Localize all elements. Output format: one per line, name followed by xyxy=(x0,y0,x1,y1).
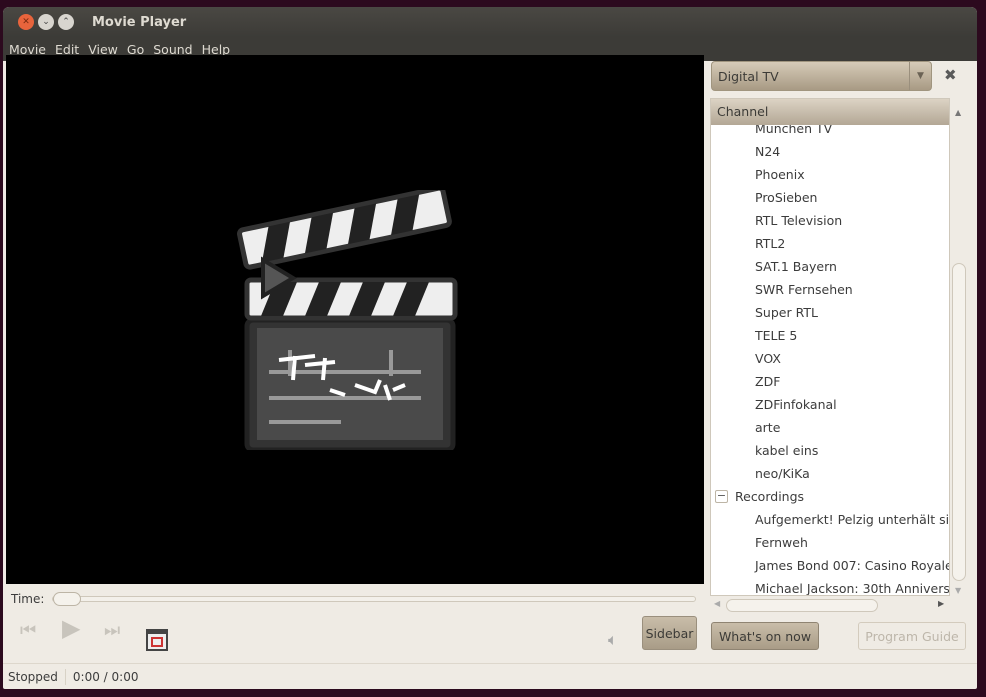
row-label: SAT.1 Bayern xyxy=(755,259,837,274)
row-label: RTL Television xyxy=(755,213,843,228)
row-label: Phoenix xyxy=(755,167,805,182)
seek-slider[interactable] xyxy=(52,592,696,606)
recording-item[interactable]: James Bond 007: Casino Royale xyxy=(711,554,949,577)
channel-item[interactable]: RTL Television xyxy=(711,209,949,232)
row-label: VOX xyxy=(755,351,781,366)
recording-item[interactable]: Fernweh xyxy=(711,531,949,554)
channel-item[interactable]: kabel eins xyxy=(711,439,949,462)
row-label: TELE 5 xyxy=(755,328,798,343)
channel-item[interactable]: TELE 5 xyxy=(711,324,949,347)
window-title: Movie Player xyxy=(92,14,187,30)
seek-handle[interactable] xyxy=(53,592,81,606)
status-bar: Stopped 0:00 / 0:00 xyxy=(3,663,977,689)
column-header-channel[interactable]: Channel xyxy=(711,99,949,125)
maximize-window-button[interactable]: ⌃ xyxy=(58,14,74,30)
recording-item[interactable]: Michael Jackson: 30th Anniversar xyxy=(711,577,950,596)
time-display: 0:00 / 0:00 xyxy=(72,669,139,684)
channel-list: Channel München TV N24 Phoenix ProSieben RTL… xyxy=(710,98,950,596)
program-guide-button[interactable]: Program Guide xyxy=(858,622,966,650)
video-area[interactable] xyxy=(6,55,704,584)
channel-item[interactable]: SAT.1 Bayern xyxy=(711,255,949,278)
row-label: ProSieben xyxy=(755,190,818,205)
sidebar-source-select[interactable]: Digital TV ▼ xyxy=(711,61,932,91)
close-window-button[interactable]: ✕ xyxy=(18,14,34,30)
row-label: N24 xyxy=(755,144,781,159)
recordings-group[interactable]: − Recordings xyxy=(711,485,949,508)
row-label: Fernweh xyxy=(755,535,808,550)
close-sidebar-icon[interactable]: ✖ xyxy=(944,66,957,84)
fullscreen-icon[interactable] xyxy=(146,629,168,651)
horizontal-scroll-thumb[interactable] xyxy=(726,599,878,612)
sidebar-toggle-button[interactable]: Sidebar xyxy=(642,616,697,650)
next-icon[interactable]: ⏭ xyxy=(104,620,120,641)
row-label: Aufgemerkt! Pelzig unterhält sich xyxy=(755,512,950,527)
row-label: James Bond 007: Casino Royale xyxy=(755,558,950,573)
channel-item[interactable]: RTL2 xyxy=(711,232,949,255)
volume-icon[interactable]: 🔈︎ xyxy=(608,630,618,650)
row-label: Recordings xyxy=(735,489,805,504)
play-icon[interactable]: ▶ xyxy=(62,614,80,642)
channel-item[interactable]: ProSieben xyxy=(711,186,949,209)
row-label: arte xyxy=(755,420,781,435)
row-label: neo/KiKa xyxy=(755,466,810,481)
row-label: SWR Fernsehen xyxy=(755,282,853,297)
playback-status: Stopped xyxy=(8,669,58,684)
channel-item[interactable]: ZDFinfokanal xyxy=(711,393,949,416)
row-label: kabel eins xyxy=(755,443,819,458)
clapperboard-logo-icon xyxy=(237,189,458,450)
row-label: Super RTL xyxy=(755,305,818,320)
recording-item[interactable]: Aufgemerkt! Pelzig unterhält sich xyxy=(711,508,949,531)
channel-item[interactable]: Phoenix xyxy=(711,163,949,186)
vertical-scroll-thumb[interactable] xyxy=(952,263,966,581)
horizontal-scrollbar[interactable]: ◀ ▶ xyxy=(710,597,950,613)
channel-item[interactable]: SWR Fernsehen xyxy=(711,278,949,301)
row-label: ZDF xyxy=(755,374,781,389)
row-label: ZDFinfokanal xyxy=(755,397,837,412)
channel-item[interactable]: ZDF xyxy=(711,370,949,393)
title-bar: ✕ ⌄ ⌃ Movie Player xyxy=(3,7,977,37)
channel-item[interactable]: Super RTL xyxy=(711,301,949,324)
channel-item[interactable]: VOX xyxy=(711,347,949,370)
channel-item[interactable]: N24 xyxy=(711,140,949,163)
time-label: Time: xyxy=(11,592,45,606)
channel-item[interactable]: neo/KiKa xyxy=(711,462,949,485)
whats-on-now-button[interactable]: What's on now xyxy=(711,622,819,650)
channel-item[interactable]: arte xyxy=(711,416,949,439)
vertical-scrollbar[interactable]: ▲ ▼ xyxy=(951,98,967,596)
minimize-window-button[interactable]: ⌄ xyxy=(38,14,54,30)
collapse-icon[interactable]: − xyxy=(715,490,728,503)
previous-icon[interactable]: ⏮ xyxy=(20,620,36,641)
row-label: RTL2 xyxy=(755,236,786,251)
row-label: Michael Jackson: 30th Anniversar xyxy=(755,581,950,596)
dropdown-arrow-icon: ▼ xyxy=(909,62,931,90)
